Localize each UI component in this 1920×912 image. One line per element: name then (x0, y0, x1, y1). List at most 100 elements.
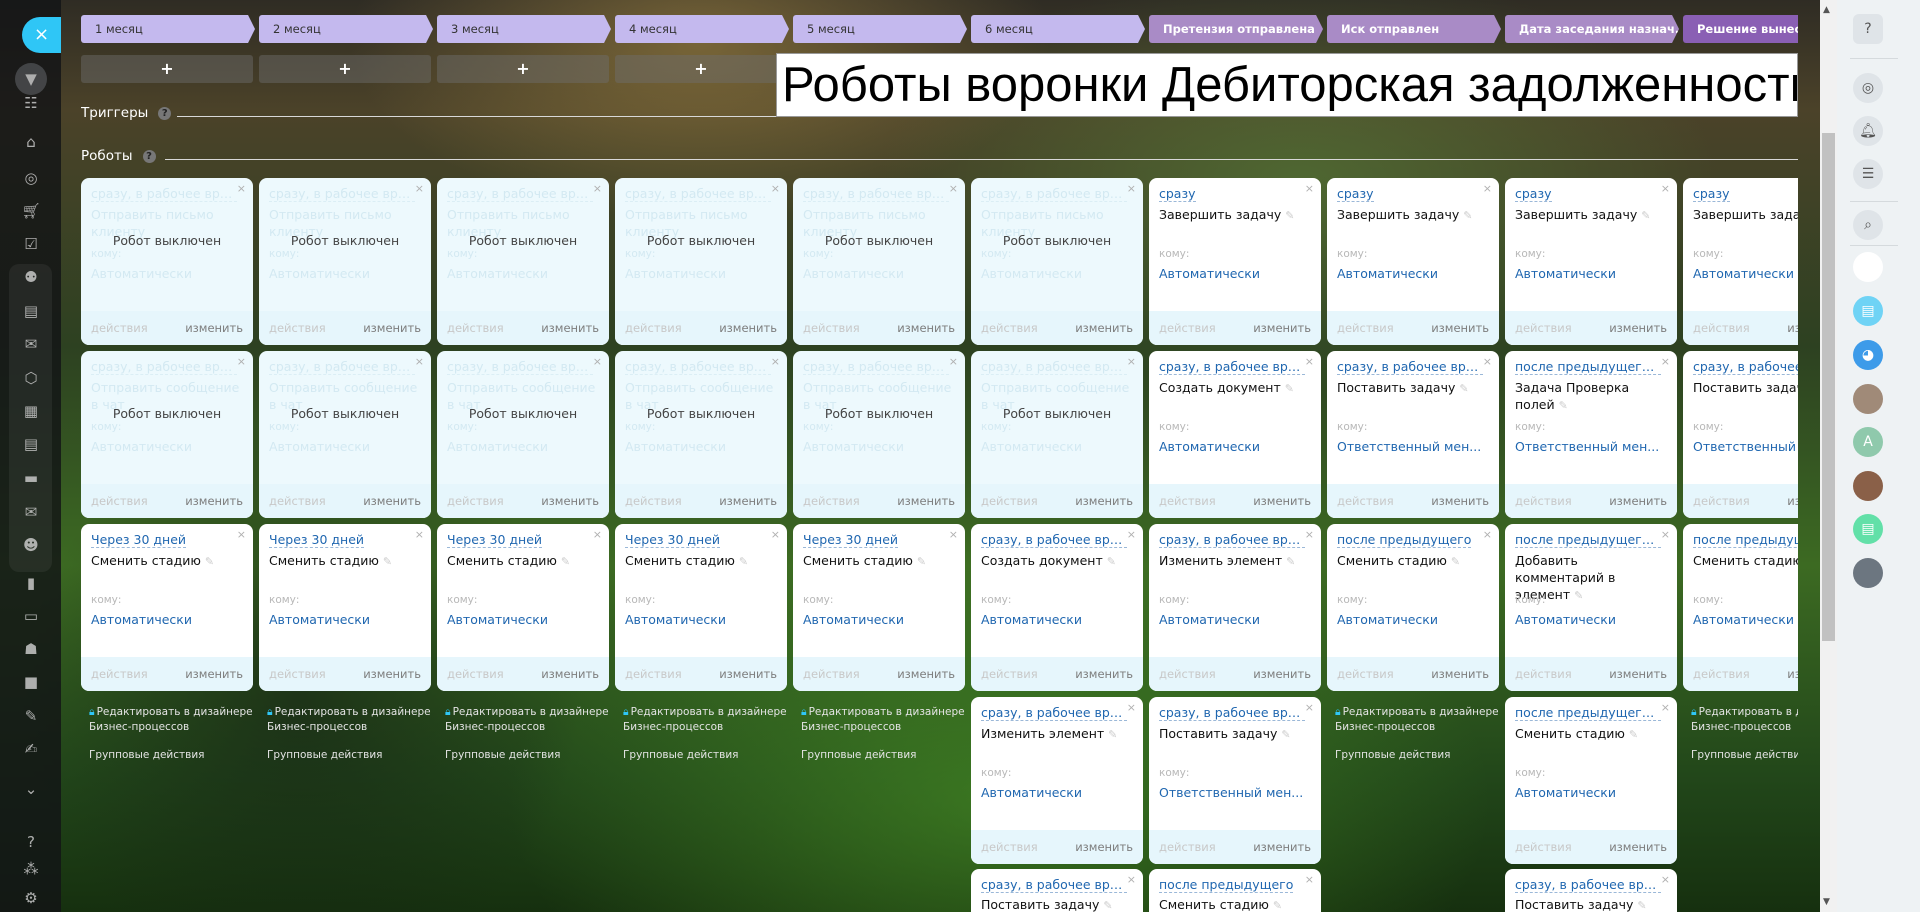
document-icon[interactable]: ▤ (18, 432, 44, 456)
robot-card[interactable]: после предыдущего×Сменить стадию✎кому:Ав… (1683, 524, 1798, 691)
actions-link[interactable]: действия (981, 311, 1038, 345)
task-icon[interactable]: ☑ (18, 232, 44, 256)
chat-search-icon[interactable]: ☰ (1853, 159, 1883, 189)
assignee-value[interactable]: Автоматически (91, 439, 192, 454)
close-icon[interactable]: × (1661, 528, 1670, 541)
robot-delay-link[interactable]: сразу, в рабочее время (625, 186, 771, 202)
assignee-value[interactable]: Автоматически (1159, 439, 1260, 454)
contact-card-icon[interactable]: ▭ (18, 604, 44, 628)
robot-delay-link[interactable]: после предыдущего, п... (1515, 705, 1661, 721)
edit-link[interactable]: изменить (541, 484, 599, 518)
actions-link[interactable]: действия (447, 657, 504, 691)
edit-in-designer-text-2[interactable]: Бизнес-процессов (445, 720, 609, 735)
edit-link[interactable]: изменить (719, 311, 777, 345)
close-icon[interactable]: × (1305, 355, 1314, 368)
help-icon[interactable]: ? (18, 830, 44, 854)
assignee-value[interactable]: Ответственный мен... (1515, 439, 1659, 454)
close-icon[interactable]: × (1305, 528, 1314, 541)
actions-link[interactable]: действия (1693, 657, 1750, 691)
edit-in-designer-link[interactable]: 🔒︎Редактировать в дизайнере (1691, 705, 1798, 720)
close-icon[interactable]: × (1127, 182, 1136, 195)
assignee-value[interactable]: Автоматически (625, 439, 726, 454)
edit-link[interactable]: изменить (719, 657, 777, 691)
assignee-value[interactable]: Автоматически (1515, 612, 1616, 627)
edit-link[interactable]: изменить (1253, 484, 1311, 518)
close-icon[interactable]: × (1661, 355, 1670, 368)
pencil-icon[interactable]: ✎ (739, 555, 748, 568)
robot-delay-link[interactable]: сразу, в рабочее время (91, 186, 237, 202)
target-icon[interactable]: ◎ (18, 166, 44, 190)
pencil-icon[interactable]: ✎ (1281, 728, 1290, 741)
actions-link[interactable]: действия (803, 657, 860, 691)
close-icon[interactable]: × (949, 355, 958, 368)
close-icon[interactable]: × (415, 182, 424, 195)
add-robot-button[interactable]: + (81, 55, 253, 83)
robot-delay-link[interactable]: сразу, в рабочее время (447, 186, 593, 202)
actions-link[interactable]: действия (269, 484, 326, 518)
robot-delay-link[interactable]: сразу, в рабочее время (981, 186, 1127, 202)
close-icon[interactable]: × (415, 355, 424, 368)
mail-icon[interactable]: ✉ (18, 500, 44, 524)
edit-in-designer-link[interactable]: 🔒︎Редактировать в дизайнере (267, 705, 431, 720)
add-robot-button[interactable]: + (615, 55, 787, 83)
actions-link[interactable]: действия (269, 657, 326, 691)
box-icon[interactable]: ■ (18, 670, 44, 694)
actions-link[interactable]: действия (1515, 830, 1572, 864)
user-avatar-2[interactable] (1853, 471, 1883, 501)
robot-card[interactable]: сразу, в рабочее врем...× Поставить задач… (1327, 351, 1499, 518)
actions-link[interactable]: действия (1159, 830, 1216, 864)
assignee-value[interactable]: Автоматически (1159, 612, 1260, 627)
add-robot-button[interactable]: + (259, 55, 431, 83)
close-icon[interactable]: × (1127, 528, 1136, 541)
assignee-value[interactable]: Автоматически (981, 612, 1082, 627)
robot-delay-link[interactable]: сразу (1337, 186, 1374, 202)
robot-card[interactable]: сразу, в рабочее врем... × Создать докумен… (1149, 351, 1321, 518)
edit-in-designer-text-2[interactable]: Бизнес-процессов (1335, 720, 1499, 735)
help-icon[interactable]: ? (1853, 14, 1883, 44)
robot-card[interactable]: сразу, в рабочее время × Отправить письмо … (971, 178, 1143, 345)
close-icon[interactable]: × (1483, 182, 1492, 195)
robot-delay-link[interactable]: сразу, в рабочее врем... (1337, 359, 1483, 375)
edit-link[interactable]: изменить (541, 311, 599, 345)
pencil-icon[interactable]: ✎ (1463, 209, 1472, 222)
close-icon[interactable]: × (1305, 701, 1314, 714)
stage-7[interactable]: Претензия отправлена (1149, 15, 1323, 43)
dog-avatar[interactable]: ◕ (1853, 340, 1883, 370)
assignee-value[interactable]: Автоматически (625, 266, 726, 281)
close-icon[interactable]: × (593, 355, 602, 368)
scrollbar-thumb[interactable] (1822, 133, 1835, 641)
assignee-value[interactable]: Автоматически (981, 439, 1082, 454)
close-icon[interactable]: × (237, 355, 246, 368)
edit-link[interactable]: изменить (1075, 311, 1133, 345)
edit-in-designer-link[interactable]: 🔒︎Редактировать в дизайнере (89, 705, 253, 720)
pencil-icon[interactable]: ✎ (1637, 899, 1646, 912)
pencil-icon[interactable]: ✎ (1103, 899, 1112, 912)
pencil-icon[interactable]: ✎ (383, 555, 392, 568)
actions-link[interactable]: действия (269, 311, 326, 345)
pencil-icon[interactable]: ✎ (1285, 382, 1294, 395)
chat-bot-avatar[interactable]: ▤ (1853, 296, 1883, 326)
edit-link[interactable]: изменить (897, 484, 955, 518)
pencil-icon[interactable]: ✎ (1641, 209, 1650, 222)
actions-link[interactable]: действия (625, 484, 682, 518)
stage-8[interactable]: Иск отправлен (1327, 15, 1501, 43)
calendar-list-icon[interactable]: ☷ (18, 91, 44, 115)
close-icon[interactable]: × (593, 182, 602, 195)
assignee-value[interactable]: Автоматически (1693, 612, 1794, 627)
robot-delay-link[interactable]: после предыдущего (1693, 532, 1798, 548)
robot-card[interactable]: сразу × Завершить задачу✎ кому: Автоматическ… (1505, 178, 1677, 345)
edit-in-designer-text-2[interactable]: Бизнес-процессов (623, 720, 787, 735)
edit-in-designer-link[interactable]: 🔒︎Редактировать в дизайнере (623, 705, 787, 720)
robot-card[interactable]: Через 30 дней × Сменить стадию ✎ кому: Автома… (615, 524, 787, 691)
assignee-value[interactable]: Автоматически (447, 612, 548, 627)
actions-link[interactable]: действия (1337, 484, 1394, 518)
pencil-icon[interactable]: ✎ (1574, 589, 1583, 602)
edit-link[interactable]: изменить (1075, 830, 1133, 864)
assignee-value[interactable]: Автоматически (91, 612, 192, 627)
robot-card[interactable]: Через 30 дней × Сменить стадию ✎ кому: Автома… (437, 524, 609, 691)
robot-card[interactable]: Через 30 дней × Сменить стадию ✎ кому: Автома… (793, 524, 965, 691)
stage-3[interactable]: 3 месяц (437, 15, 611, 43)
robot-delay-link[interactable]: сразу, в рабочее время (447, 359, 593, 375)
assignee-value[interactable]: Автоматически (91, 266, 192, 281)
actions-link[interactable]: действия (1693, 311, 1750, 345)
